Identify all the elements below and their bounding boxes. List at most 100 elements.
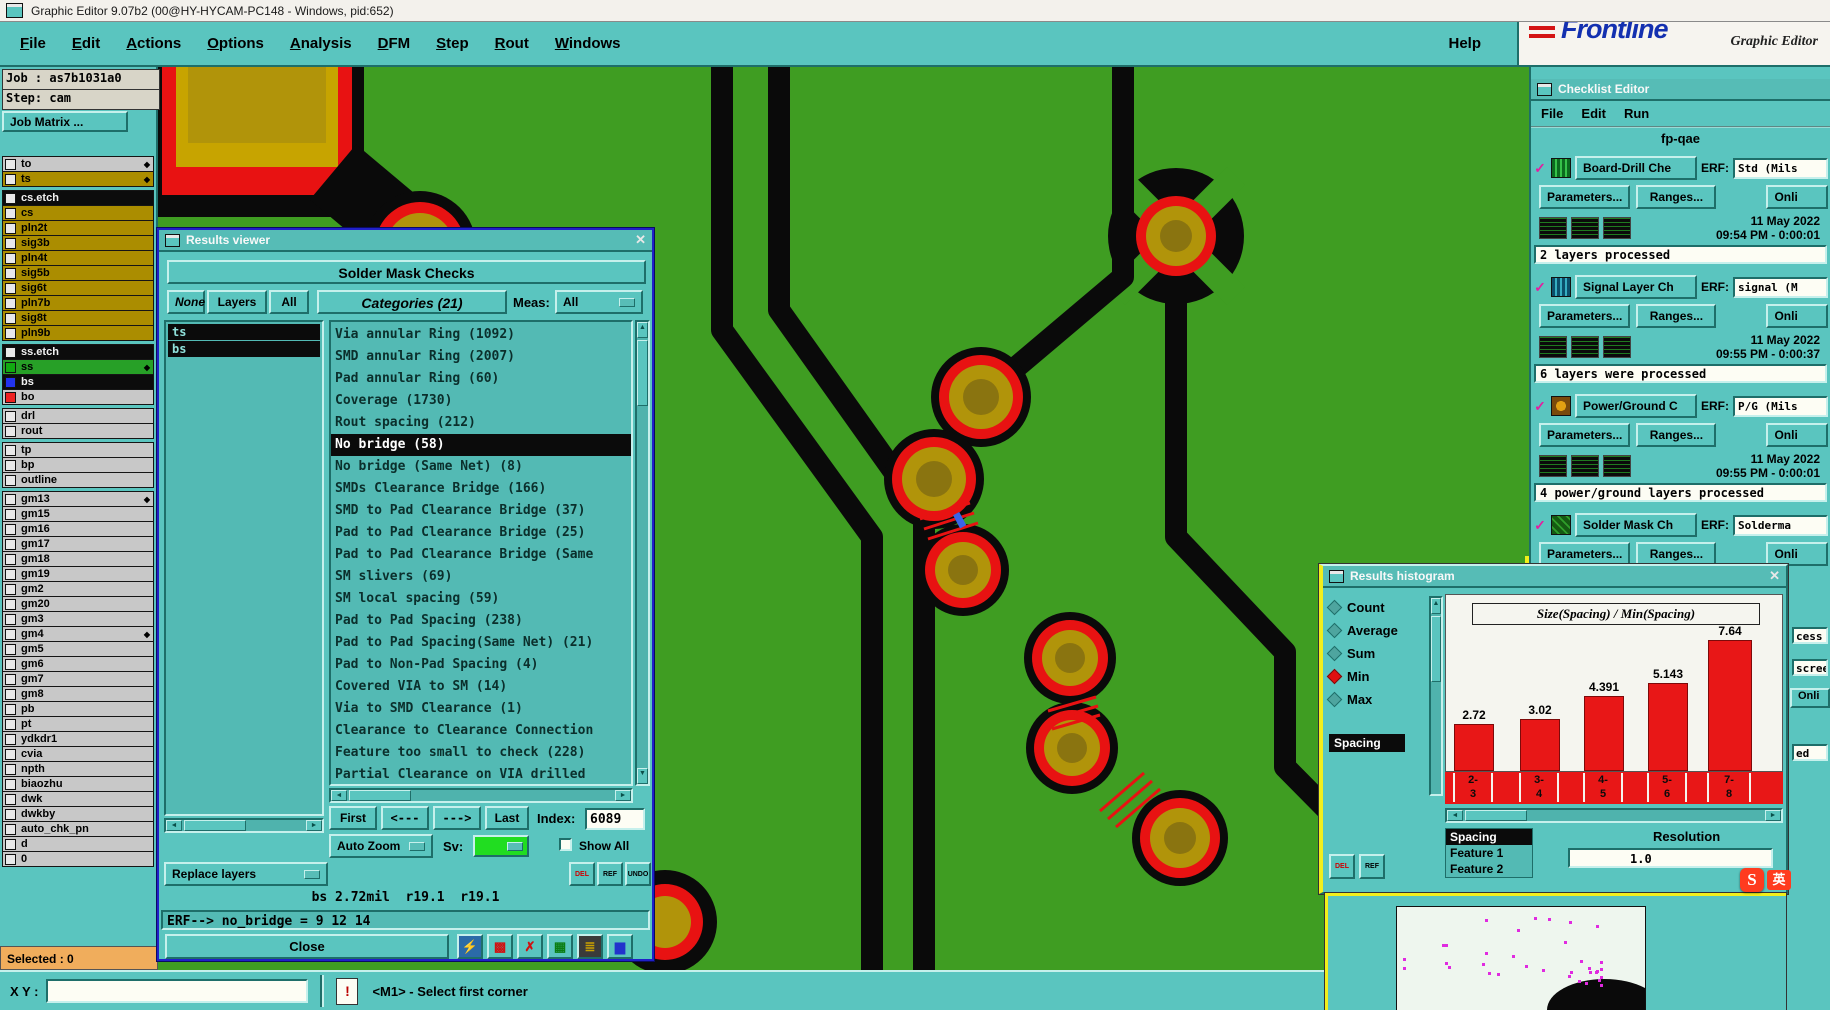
layer-row-pb[interactable]: pb (2, 701, 154, 717)
layer-checkbox[interactable] (5, 733, 16, 745)
layer-checkbox[interactable] (5, 508, 16, 520)
checkbox-checked-icon[interactable]: ✓ (1533, 398, 1547, 415)
category-item[interactable]: SM slivers (69) (331, 566, 631, 588)
layer-row-ss[interactable]: ss ◆ (2, 359, 154, 375)
online-button[interactable]: Onli (1766, 304, 1828, 328)
layer-checkbox[interactable] (5, 312, 16, 324)
ranges-button[interactable]: Ranges... (1636, 304, 1717, 328)
layer-checkbox[interactable] (5, 297, 16, 309)
menu-help[interactable]: Help (1448, 35, 1481, 52)
meas-dropdown[interactable]: All (555, 290, 643, 314)
scroll-right-icon[interactable]: ► (615, 790, 631, 801)
menu-run[interactable]: Run (1624, 106, 1649, 121)
layer-row-ts[interactable]: ts ◆ (2, 171, 154, 187)
layer-checkbox[interactable] (5, 523, 16, 535)
check-name-button[interactable]: Solder Mask Ch (1575, 513, 1697, 537)
replace-layers-dropdown[interactable]: Replace layers (164, 862, 328, 886)
layer-row-sig8t[interactable]: sig8t (2, 310, 154, 326)
layer-checkbox[interactable] (5, 658, 16, 670)
clipped-fragment[interactable]: scree (1792, 659, 1828, 676)
ref-button[interactable]: REF (597, 862, 623, 886)
parameters-button[interactable]: Parameters... (1539, 304, 1631, 328)
checkbox-checked-icon[interactable]: ✓ (1533, 517, 1547, 534)
check-name-button[interactable]: Signal Layer Ch (1575, 275, 1697, 299)
run-thumbnail-icon[interactable] (1539, 336, 1567, 358)
first-button[interactable]: First (329, 806, 377, 830)
histogram-vscrollbar[interactable]: ▲ (1429, 596, 1443, 796)
category-item[interactable]: Coverage (1730) (331, 390, 631, 412)
layer-row-sig5b[interactable]: sig5b (2, 265, 154, 281)
layer-row-to[interactable]: to ◆ (2, 156, 154, 172)
checklist-titlebar[interactable]: Checklist Editor (1531, 79, 1830, 101)
clipped-fragment[interactable]: ed (1792, 744, 1828, 761)
category-item[interactable]: SMD to Pad Clearance Bridge (37) (331, 500, 631, 522)
layer-checkbox[interactable] (5, 158, 16, 170)
histogram-titlebar[interactable]: Results histogram ✕ (1323, 566, 1786, 588)
parameters-button[interactable]: Parameters... (1539, 542, 1631, 566)
layer-row-gm19[interactable]: gm19 (2, 566, 154, 582)
category-item[interactable]: Via to SMD Clearance (1) (331, 698, 631, 720)
layer-checkbox[interactable] (5, 703, 16, 715)
layer-checkbox[interactable] (5, 838, 16, 850)
layer-checkbox[interactable] (5, 410, 16, 422)
undo-button[interactable]: UNDO (625, 862, 651, 886)
layer-checkbox[interactable] (5, 793, 16, 805)
category-item[interactable]: Pad to Non-Pad Spacing (4) (331, 654, 631, 676)
menu-actions[interactable]: Actions (126, 35, 181, 52)
close-button[interactable]: Close (165, 934, 449, 959)
list-icon[interactable]: ≣ (577, 934, 603, 959)
scroll-down-icon[interactable]: ▼ (637, 768, 648, 784)
run-thumbnail-icon[interactable] (1571, 217, 1599, 239)
category-item[interactable]: Feature too small to check (228) (331, 742, 631, 764)
layers-hscrollbar[interactable]: ◄ ► (164, 818, 324, 833)
layer-checkbox[interactable] (5, 252, 16, 264)
erf-field[interactable]: signal (M (1733, 276, 1828, 298)
layer-checkbox[interactable] (5, 553, 16, 565)
layer-row-auto_chk_pn[interactable]: auto_chk_pn (2, 821, 154, 837)
run-thumbnail-icon[interactable] (1539, 455, 1567, 477)
menu-file[interactable]: File (20, 35, 46, 52)
menu-step[interactable]: Step (436, 35, 469, 52)
menu-file[interactable]: File (1541, 106, 1563, 121)
ime-lang-badge[interactable]: 英 (1767, 870, 1791, 890)
layer-row-gm15[interactable]: gm15 (2, 506, 154, 522)
check-name-button[interactable]: Board-Drill Che (1575, 156, 1697, 180)
layer-row-gm3[interactable]: gm3 (2, 611, 154, 627)
results-layer-item[interactable]: ts (168, 324, 320, 340)
layer-checkbox[interactable] (5, 613, 16, 625)
scroll-thumb[interactable] (184, 820, 246, 831)
layer-checkbox[interactable] (5, 853, 16, 865)
layer-checkbox[interactable] (5, 282, 16, 294)
layer-checkbox[interactable] (5, 192, 16, 204)
measure-item[interactable]: Feature 1 (1446, 845, 1532, 861)
layer-row-sig3b[interactable]: sig3b (2, 235, 154, 251)
parameters-button[interactable]: Parameters... (1539, 423, 1631, 447)
layer-row-gm5[interactable]: gm5 (2, 641, 154, 657)
layer-row-biaozhu[interactable]: biaozhu (2, 776, 154, 792)
layer-checkbox[interactable] (5, 327, 16, 339)
sogou-icon[interactable]: S (1740, 868, 1764, 892)
layer-row-sig6t[interactable]: sig6t (2, 280, 154, 296)
menu-edit[interactable]: Edit (1581, 106, 1606, 121)
erf-field[interactable]: Std (Mils (1733, 157, 1828, 179)
layer-checkbox[interactable] (5, 222, 16, 234)
stat-option-count[interactable]: Count (1326, 596, 1429, 619)
check-name-button[interactable]: Power/Ground C (1575, 394, 1697, 418)
layer-row-drl[interactable]: drl (2, 408, 154, 424)
category-item[interactable]: No bridge (Same Net) (8) (331, 456, 631, 478)
layer-row-gm18[interactable]: gm18 (2, 551, 154, 567)
category-item[interactable]: Rout spacing (212) (331, 412, 631, 434)
zap-icon[interactable]: ⚡ (457, 934, 483, 959)
auto-zoom-dropdown[interactable]: Auto Zoom (329, 834, 433, 858)
scroll-thumb[interactable] (1465, 810, 1527, 821)
online-button[interactable]: Onli (1766, 423, 1828, 447)
layer-row-gm17[interactable]: gm17 (2, 536, 154, 552)
layer-checkbox[interactable] (5, 583, 16, 595)
layer-row-pln7b[interactable]: pln7b (2, 295, 154, 311)
menu-rout[interactable]: Rout (495, 35, 529, 52)
layer-row-d[interactable]: d (2, 836, 154, 852)
stat-option-max[interactable]: Max (1326, 688, 1429, 711)
layer-row-cs.etch[interactable]: cs.etch (2, 190, 154, 206)
measure-item[interactable]: Spacing (1446, 829, 1532, 845)
category-item[interactable]: SMDs Clearance Bridge (166) (331, 478, 631, 500)
